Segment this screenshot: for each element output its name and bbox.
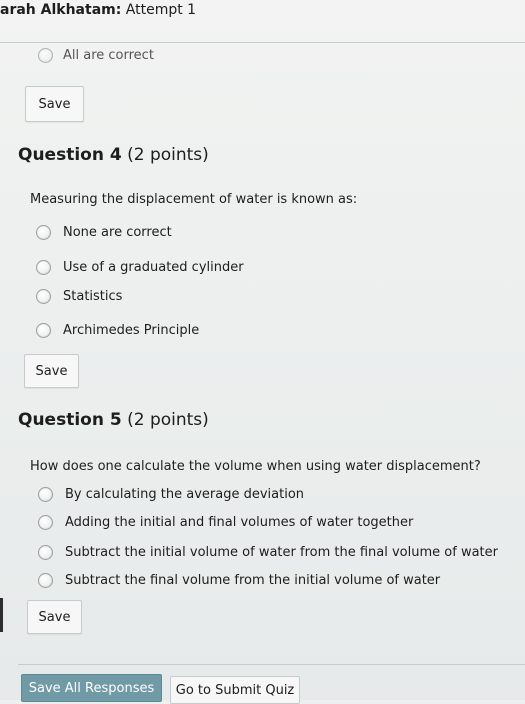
q3-option-all-correct[interactable]: All are correct: [38, 48, 154, 63]
q4-option-3[interactable]: Statistics: [36, 289, 122, 304]
option-label: All are correct: [63, 48, 154, 63]
radio-icon[interactable]: [38, 48, 53, 63]
q5-save-button[interactable]: Save: [27, 600, 82, 634]
q5-option-3[interactable]: Subtract the initial volume of water fro…: [38, 545, 498, 560]
radio-icon[interactable]: [36, 260, 51, 275]
student-name: arah Alkhatam:: [0, 2, 122, 18]
q4-option-4[interactable]: Archimedes Principle: [36, 323, 199, 338]
save-all-responses-button[interactable]: Save All Responses: [21, 674, 162, 702]
option-label: Archimedes Principle: [63, 323, 200, 338]
q5-option-2[interactable]: Adding the initial and final volumes of …: [38, 515, 413, 530]
option-label: Subtract the final volume from the initi…: [65, 573, 441, 588]
radio-icon[interactable]: [38, 515, 53, 530]
page-title: arah Alkhatam: Attempt 1: [0, 2, 196, 18]
q5-points: (2 points): [121, 410, 209, 430]
q5-title: Question 5 (2 points): [18, 410, 209, 430]
q5-label: Question 5: [18, 410, 122, 430]
option-label: Adding the initial and final volumes of …: [65, 515, 414, 530]
q4-option-1[interactable]: None are correct: [36, 225, 172, 240]
option-label: Use of a graduated cylinder: [63, 260, 244, 275]
attempt-label: Attempt 1: [121, 2, 197, 18]
q4-title: Question 4 (2 points): [18, 145, 209, 165]
q4-option-2[interactable]: Use of a graduated cylinder: [36, 260, 244, 275]
q4-text: Measuring the displacement of water is k…: [30, 192, 358, 207]
q4-label: Question 4: [18, 145, 122, 165]
radio-icon[interactable]: [38, 573, 53, 588]
q5-option-4[interactable]: Subtract the final volume from the initi…: [38, 573, 440, 588]
focus-marker: [0, 598, 3, 632]
quiz-page: arah Alkhatam: Attempt 1 All are correct…: [0, 0, 525, 704]
q5-text: How does one calculate the volume when u…: [30, 459, 481, 474]
q4-save-button[interactable]: Save: [24, 354, 79, 388]
q4-points: (2 points): [121, 145, 209, 165]
option-label: None are correct: [63, 225, 172, 240]
header-divider: [0, 42, 525, 43]
option-label: Subtract the initial volume of water fro…: [65, 545, 498, 560]
radio-icon[interactable]: [36, 323, 51, 338]
option-label: Statistics: [63, 289, 123, 304]
q3-save-button[interactable]: Save: [25, 86, 84, 122]
footer-divider: [18, 664, 525, 665]
radio-icon[interactable]: [38, 545, 53, 560]
option-label: By calculating the average deviation: [65, 487, 305, 502]
radio-icon[interactable]: [36, 289, 51, 304]
q5-option-1[interactable]: By calculating the average deviation: [38, 487, 304, 502]
radio-icon[interactable]: [36, 225, 51, 240]
radio-icon[interactable]: [38, 487, 53, 502]
